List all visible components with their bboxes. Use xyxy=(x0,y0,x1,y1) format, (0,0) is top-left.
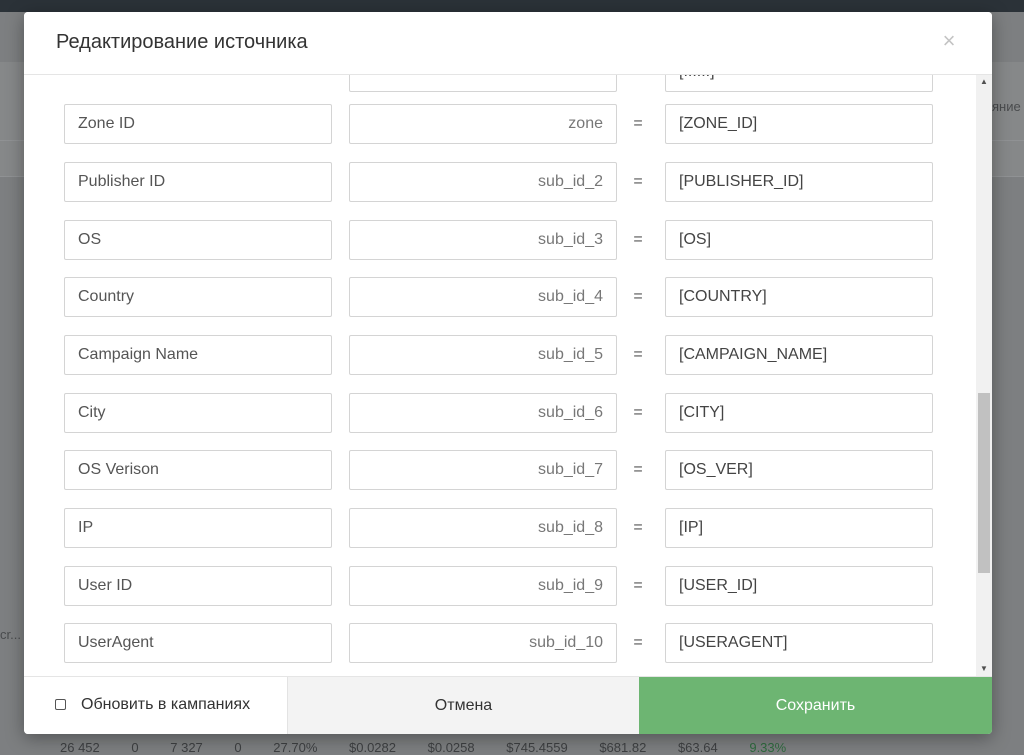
param-name-input[interactable]: City xyxy=(64,393,332,433)
param-key-input[interactable]: sub_id_5 xyxy=(349,335,617,375)
stat-cell: 9.33% xyxy=(749,740,787,755)
param-name-input[interactable]: Campaign Name xyxy=(64,335,332,375)
param-name-input[interactable]: Publisher ID xyxy=(64,162,332,202)
equals-sign: = xyxy=(633,288,643,305)
param-value-input[interactable]: [COUNTRY] xyxy=(665,277,933,317)
stat-cell: $681.82 xyxy=(599,740,647,755)
stat-cell: $63.64 xyxy=(677,740,718,755)
modal-scrollbar[interactable]: ▲ ▼ xyxy=(976,75,992,676)
equals-sign: = xyxy=(633,519,643,536)
background-stats-row: 26 452 0 7 327 0 27.70% $0.0282 $0.0258 … xyxy=(60,740,814,755)
param-name-input[interactable]: Zone ID xyxy=(64,104,332,144)
param-key-input[interactable]: sub_id_6 xyxy=(349,393,617,433)
param-key-input[interactable]: sub_id_3 xyxy=(349,220,617,260)
param-row: Zone ID zone = [ZONE_ID] xyxy=(64,104,933,144)
param-name-input[interactable]: OS Verison xyxy=(64,450,332,490)
param-value-input[interactable]: [CAMPAIGN_NAME] xyxy=(665,335,933,375)
stat-cell: 0 xyxy=(131,740,139,755)
param-row: UserAgent sub_id_10 = [USERAGENT] xyxy=(64,623,933,663)
param-name-input[interactable]: Country xyxy=(64,277,332,317)
equals-sign: = xyxy=(633,231,643,248)
param-name-input[interactable]: OS xyxy=(64,220,332,260)
param-key-input[interactable]: sub_id_10 xyxy=(349,623,617,663)
param-value-input[interactable]: [OS_VER] xyxy=(665,450,933,490)
scroll-down-arrow-icon[interactable]: ▼ xyxy=(976,662,992,676)
param-value-input[interactable]: [CITY] xyxy=(665,393,933,433)
equals-sign: = xyxy=(633,115,643,132)
param-row: City sub_id_6 = [CITY] xyxy=(64,393,933,433)
background-button-fragment: яние xyxy=(992,99,1021,114)
param-value-input[interactable]: [OS] xyxy=(665,220,933,260)
update-campaigns-checkbox[interactable] xyxy=(55,699,66,710)
scroll-thumb[interactable] xyxy=(978,393,990,573)
param-name-input[interactable]: UserAgent xyxy=(64,623,332,663)
equals-sign: = xyxy=(633,346,643,363)
param-value-input[interactable]: [USER_ID] xyxy=(665,566,933,606)
update-campaigns-control: Обновить в кампаниях xyxy=(24,677,288,734)
param-row: User ID sub_id_9 = [USER_ID] xyxy=(64,566,933,606)
save-button[interactable]: Сохранить xyxy=(639,677,992,734)
update-campaigns-label[interactable]: Обновить в кампаниях xyxy=(81,696,250,714)
param-name-input[interactable]: IP xyxy=(64,508,332,548)
background-link-fragment: cr... xyxy=(0,627,21,642)
equals-sign: = xyxy=(633,173,643,190)
modal-footer: Обновить в кампаниях Отмена Сохранить xyxy=(24,676,992,734)
param-row: Campaign Name sub_id_5 = [CAMPAIGN_NAME] xyxy=(64,335,933,375)
stat-cell: $745.4559 xyxy=(506,740,568,755)
param-name-input[interactable]: User ID xyxy=(64,566,332,606)
equals-sign: = xyxy=(633,404,643,421)
modal-header: Редактирование источника × xyxy=(24,12,992,75)
edit-source-modal: Редактирование источника × [......] Zone… xyxy=(24,12,992,734)
stat-cell: 26 452 xyxy=(60,740,100,755)
equals-sign: = xyxy=(633,577,643,594)
param-key-input[interactable]: sub_id_7 xyxy=(349,450,617,490)
param-row: [......] xyxy=(64,75,933,92)
param-value-input[interactable]: [IP] xyxy=(665,508,933,548)
param-row: Publisher ID sub_id_2 = [PUBLISHER_ID] xyxy=(64,162,933,202)
param-row: Country sub_id_4 = [COUNTRY] xyxy=(64,277,933,317)
stat-cell: 27.70% xyxy=(273,740,318,755)
equals-sign: = xyxy=(633,461,643,478)
stat-cell: $0.0282 xyxy=(349,740,396,755)
stat-cell: 7 327 xyxy=(170,740,203,755)
cancel-button[interactable]: Отмена xyxy=(288,677,639,734)
param-value-input[interactable]: [......] xyxy=(665,75,933,92)
param-key-input[interactable]: sub_id_2 xyxy=(349,162,617,202)
param-value-input[interactable]: [USERAGENT] xyxy=(665,623,933,663)
background-top-bar xyxy=(0,0,1024,12)
stat-cell: $0.0258 xyxy=(427,740,475,755)
scroll-up-arrow-icon[interactable]: ▲ xyxy=(976,75,992,89)
param-row: IP sub_id_8 = [IP] xyxy=(64,508,933,548)
param-key-input[interactable]: zone xyxy=(349,104,617,144)
param-key-input[interactable]: sub_id_8 xyxy=(349,508,617,548)
param-value-input[interactable]: [ZONE_ID] xyxy=(665,104,933,144)
param-key-input[interactable]: sub_id_4 xyxy=(349,277,617,317)
param-value-input[interactable]: [PUBLISHER_ID] xyxy=(665,162,933,202)
equals-sign: = xyxy=(633,634,643,651)
param-row: OS sub_id_3 = [OS] xyxy=(64,220,933,260)
stat-cell: 0 xyxy=(234,740,242,755)
param-row: OS Verison sub_id_7 = [OS_VER] xyxy=(64,450,933,490)
param-key-input[interactable]: sub_id_9 xyxy=(349,566,617,606)
modal-title: Редактирование источника xyxy=(56,31,308,53)
modal-body[interactable]: [......] Zone ID zone = [ZONE_ID] Publis… xyxy=(24,75,992,676)
param-key-input[interactable] xyxy=(349,75,617,92)
close-icon[interactable]: × xyxy=(938,29,960,53)
